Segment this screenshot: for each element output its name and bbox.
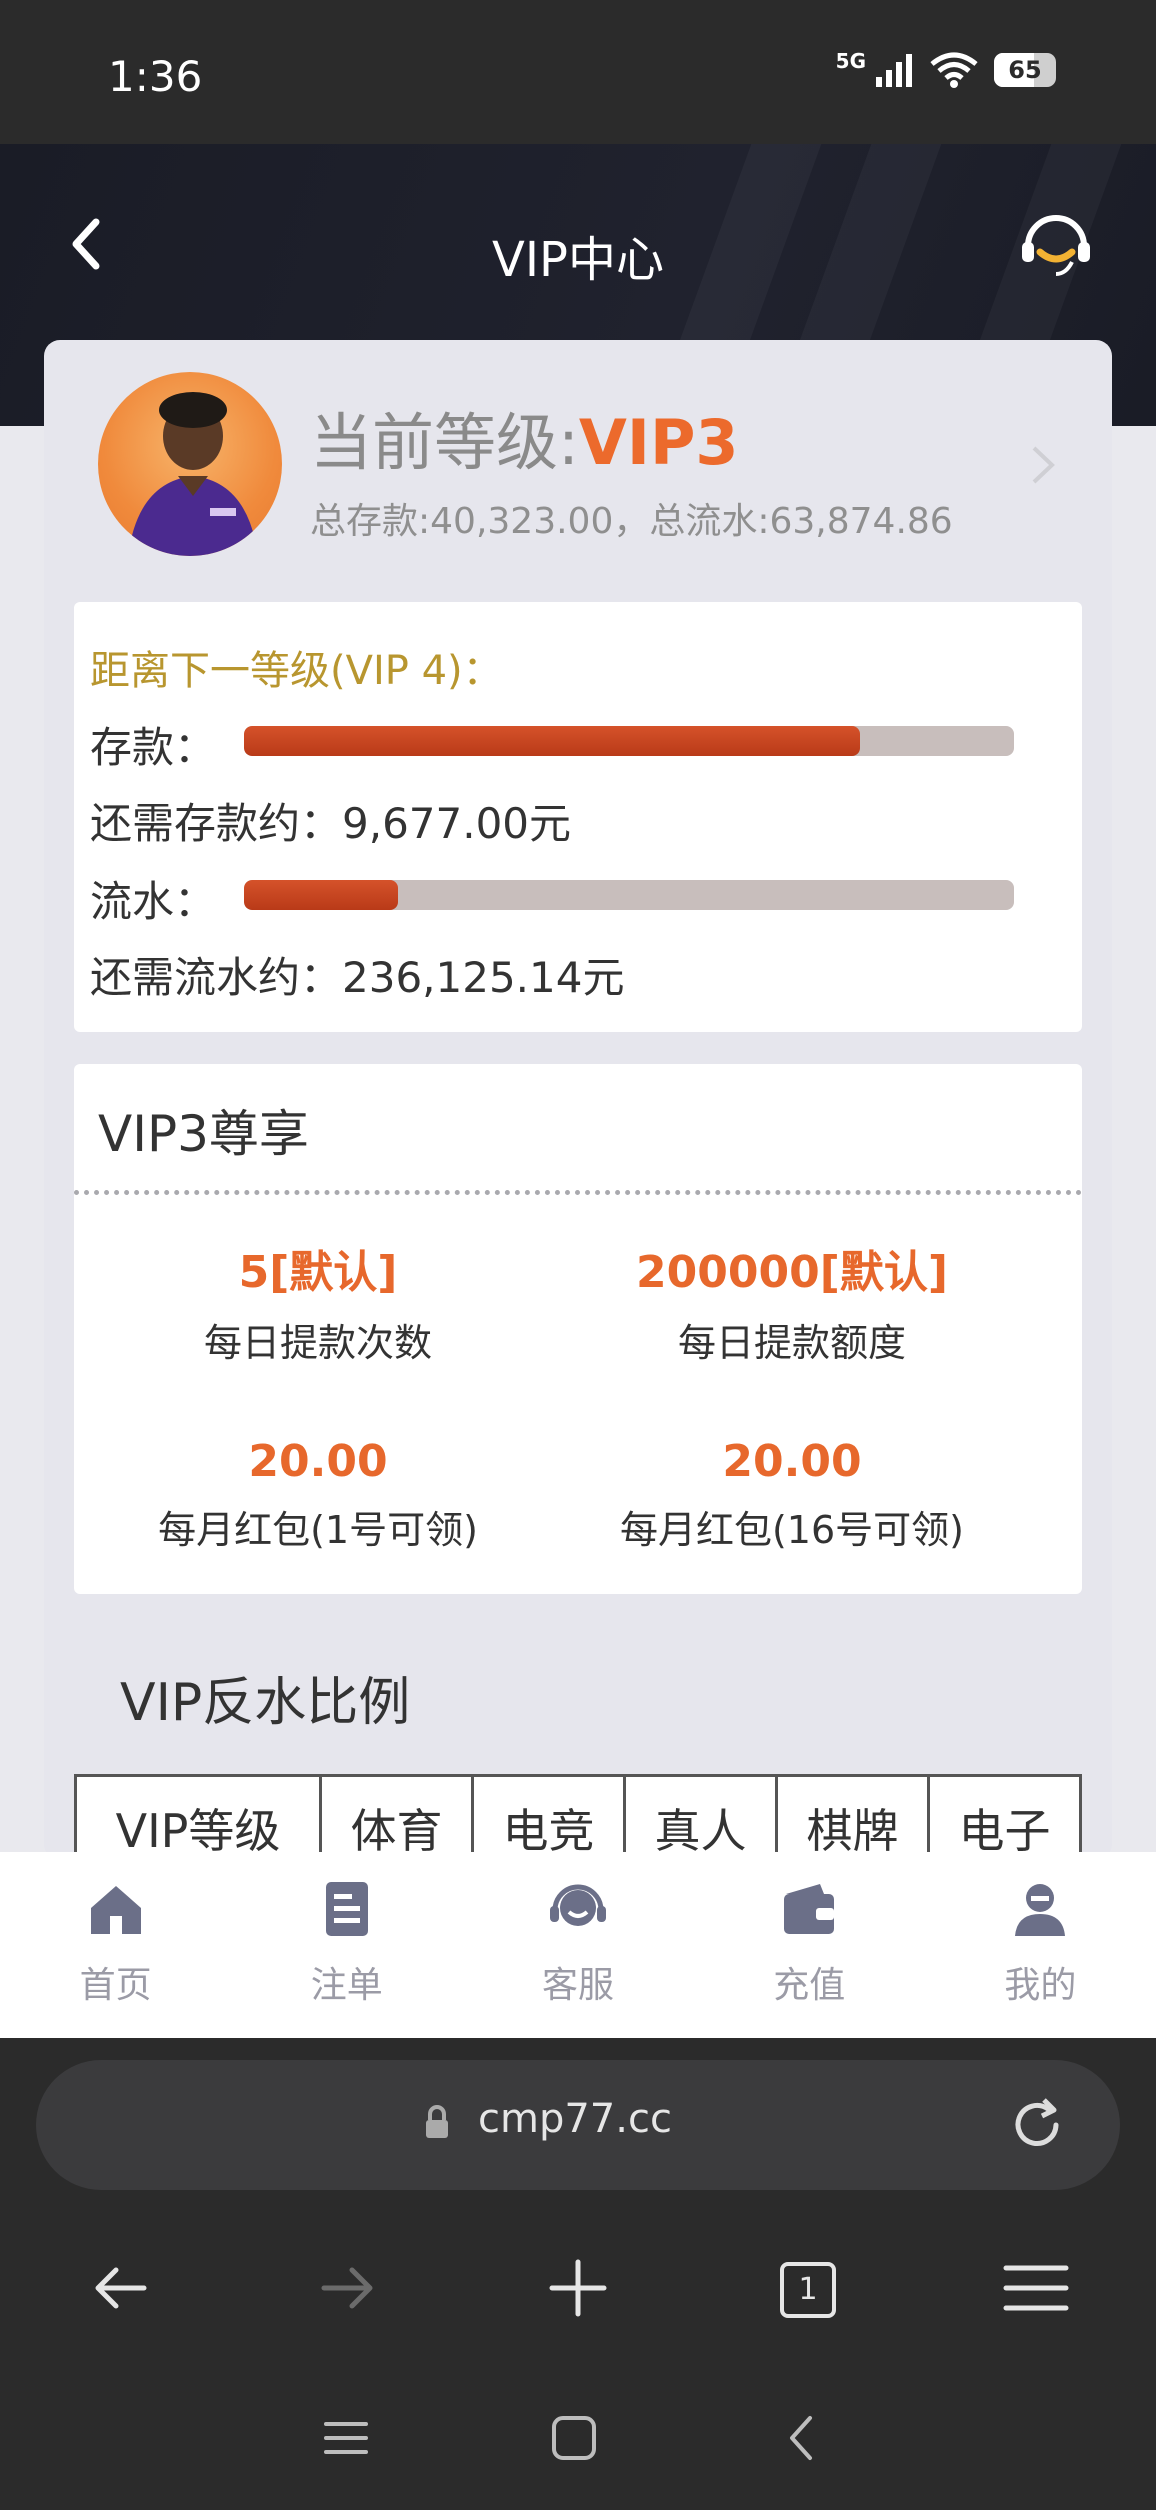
system-back-icon[interactable] <box>772 2408 832 2468</box>
deposit-remaining: 还需存款约：9,677.00元 <box>90 799 572 848</box>
system-home-icon[interactable] <box>544 2408 604 2468</box>
page-title: VIP中心 <box>492 232 664 288</box>
home-icon <box>90 1886 141 1934</box>
benefit-item: 20.00 每月红包(1号可领) <box>88 1436 548 1554</box>
current-level: 当前等级:VIP3 <box>310 392 739 482</box>
tab-label: 首页 <box>79 1965 152 2006</box>
avatar[interactable] <box>98 372 282 556</box>
status-bar: 1:36 5G 65 <box>0 0 1156 144</box>
benefit-label: 每月红包(16号可领) <box>619 1508 964 1552</box>
tab-home[interactable]: 首页 <box>0 1852 231 2038</box>
totals-summary: 总存款:40,323.00，总流水:63,874.86 <box>310 501 953 542</box>
turnover-progress-fill <box>244 880 398 910</box>
level-progress-panel: 距离下一等级(VIP 4)： 存款： 还需存款约：9,677.00元 流水： 还… <box>74 602 1082 1032</box>
player-avatar-image <box>128 392 258 556</box>
wallet-icon <box>784 1884 835 1934</box>
benefit-value: 20.00 <box>248 1436 388 1487</box>
menu-icon[interactable] <box>996 2248 1076 2328</box>
dotted-divider <box>74 1190 1082 1195</box>
signal-icon <box>876 54 912 87</box>
user-icon <box>1015 1884 1066 1936</box>
status-time: 1:36 <box>108 52 203 101</box>
turnover-remaining: 还需流水约：236,125.14元 <box>90 953 625 1002</box>
deposit-progress-fill <box>244 726 860 756</box>
deposit-label: 存款： <box>90 723 217 772</box>
battery-level: 65 <box>1008 56 1042 84</box>
address-bar[interactable]: cmp77.cc <box>36 2060 1120 2190</box>
browser-back-icon[interactable] <box>80 2248 160 2328</box>
tabs-button[interactable]: 1 <box>766 2248 846 2328</box>
tab-orders[interactable]: 注单 <box>231 1852 462 2038</box>
lock-icon <box>426 2105 448 2138</box>
benefit-value: 5[默认] <box>238 1247 398 1298</box>
headset-icon <box>550 1884 606 1926</box>
tab-profile[interactable]: 我的 <box>925 1852 1156 2038</box>
benefits-panel: VIP3尊享 5[默认] 每日提款次数 200000[默认] 每日提款额度 20… <box>74 1064 1082 1594</box>
wifi-icon <box>930 52 978 88</box>
tab-label: 注单 <box>310 1965 383 2006</box>
benefit-item: 5[默认] 每日提款次数 <box>88 1236 548 1367</box>
tab-label: 客服 <box>542 1965 615 2006</box>
system-recents-icon[interactable] <box>316 2408 376 2468</box>
network-type: 5G <box>835 49 866 73</box>
tab-label: 充值 <box>773 1965 846 2006</box>
url-text: cmp77.cc <box>478 2096 672 2142</box>
benefit-label: 每日提款次数 <box>203 1321 432 1365</box>
benefit-label: 每日提款额度 <box>677 1321 906 1365</box>
tab-support[interactable]: 客服 <box>462 1852 693 2038</box>
browser-chrome: cmp77.cc 1 <box>0 2038 1156 2510</box>
reload-icon[interactable] <box>1008 2096 1066 2154</box>
rebate-title: VIP反水比例 <box>120 1673 411 1733</box>
customer-service-button[interactable] <box>1016 202 1096 282</box>
turnover-progress-bar <box>244 880 1014 910</box>
browser-forward-icon[interactable] <box>308 2248 388 2328</box>
benefit-item: 20.00 每月红包(16号可领) <box>562 1436 1022 1554</box>
battery-icon: 65 <box>994 53 1056 87</box>
level-prefix: 当前等级: <box>310 406 579 479</box>
benefit-value: 200000[默认] <box>636 1247 948 1298</box>
tab-label: 我的 <box>1004 1965 1077 2006</box>
benefit-item: 200000[默认] 每日提款额度 <box>562 1236 1022 1367</box>
tab-recharge[interactable]: 充值 <box>694 1852 925 2038</box>
benefits-title: VIP3尊享 <box>98 1105 309 1163</box>
turnover-label: 流水： <box>90 877 217 926</box>
vip-card: 当前等级:VIP3 总存款:40,323.00，总流水:63,874.86 距离… <box>44 340 1112 1882</box>
level-value: VIP3 <box>578 406 739 479</box>
new-tab-icon[interactable] <box>538 2248 618 2328</box>
next-level-heading: 距离下一等级(VIP 4)： <box>90 648 503 694</box>
status-icons: 5G 65 <box>835 49 1056 88</box>
tab-count: 1 <box>780 2262 836 2318</box>
order-icon <box>325 1882 368 1936</box>
benefit-value: 20.00 <box>722 1436 862 1487</box>
benefit-label: 每月红包(1号可领) <box>158 1508 478 1552</box>
chevron-right-icon[interactable] <box>1028 440 1058 490</box>
deposit-progress-bar <box>244 726 1014 756</box>
bottom-tab-bar: 首页 注单 客服 充值 我的 <box>0 1852 1156 2038</box>
